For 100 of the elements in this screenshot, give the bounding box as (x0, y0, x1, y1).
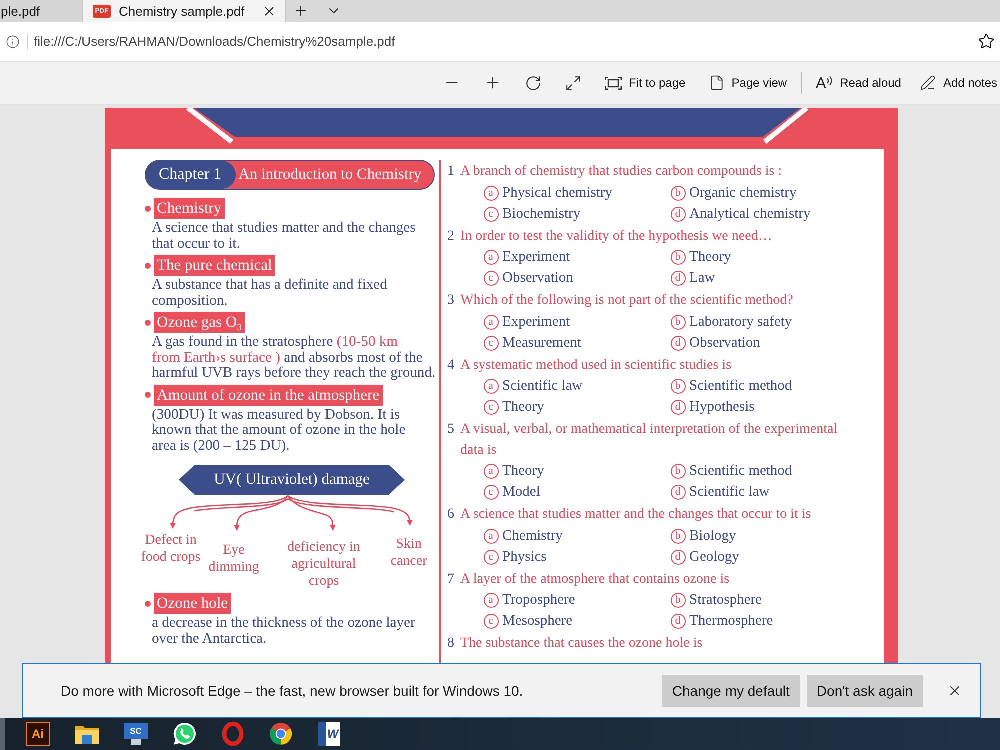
option-text: Law (690, 270, 716, 287)
option-letter: a (484, 186, 498, 200)
option-letter: d (670, 550, 686, 564)
option-letter: b (670, 593, 686, 608)
effect-label: Skin cancer (390, 536, 428, 571)
expand-icon[interactable] (565, 74, 582, 92)
option-text: Scientific law (502, 378, 583, 395)
option-letter: c (484, 485, 498, 500)
option-text: Experiment (502, 249, 570, 266)
option-letter: d (670, 271, 686, 286)
option-letter: c (484, 400, 498, 415)
option-text: Organic chemistry (690, 184, 797, 202)
question-text: A branch of chemistry that studies carbon compounds is : (460, 163, 782, 181)
question-number: 4 (448, 356, 454, 374)
topic-heading: The pure chemical (154, 255, 276, 276)
effect-label: deficiency in agricultural crops (288, 539, 360, 590)
question-text: Which of the following is not part of the scientific method? (460, 292, 794, 310)
option-letter: a (484, 464, 498, 479)
topic-heading: Ozone hole (154, 593, 232, 614)
add-notes-button[interactable]: Add notes (920, 75, 998, 91)
bullet-dot-icon (145, 320, 151, 326)
effect-label: Defect in food crops (141, 532, 201, 567)
option-text: Theory (502, 463, 544, 480)
option-letter: b (670, 528, 686, 544)
topic-description: (300DU) It was measured by Dobson. It is known that the amount of ozone in the hole area is (200 – 125 DU). (152, 408, 407, 454)
option-letter: a (484, 528, 498, 544)
bullet-dot-icon (145, 600, 151, 606)
letter-logo-tile[interactable]: Ai (26, 722, 50, 746)
notification-button[interactable]: Change my default (662, 674, 800, 706)
option-letter: b (670, 464, 686, 479)
option-letter: a (484, 314, 498, 330)
option-letter: b (670, 379, 686, 394)
option-letter: c (484, 336, 498, 350)
question-number: 8 (448, 635, 454, 653)
question-text: A science that studies matter and the changes that occur to it is (460, 506, 812, 524)
option-letter: a (484, 250, 498, 265)
ring-icon[interactable] (222, 722, 244, 746)
option-letter: d (670, 614, 686, 629)
option-text: Measurement (502, 334, 582, 352)
option-text: Theory (502, 399, 544, 416)
page-view-button[interactable]: Page view (708, 75, 788, 91)
topic-heading: Chemistry (154, 198, 225, 219)
option-letter: a (484, 379, 498, 394)
option-text: Analytical chemistry (690, 206, 811, 222)
read-aloud-button[interactable]: A Read aloud (816, 76, 902, 90)
question-number: 5 (448, 421, 454, 439)
question-number: 6 (448, 506, 454, 524)
option-letter: b (670, 186, 686, 200)
monitor-tile[interactable]: SC (124, 723, 148, 745)
question-number: 1 (448, 163, 454, 181)
address-field[interactable]: file:///C:/Users/RAHMAN/Downloads/Chemistry%20sample.pdf (34, 34, 396, 49)
option-text: Scientific method (690, 378, 792, 395)
page-icon (708, 75, 725, 91)
option-text: Model (502, 484, 540, 501)
phone-chat-icon[interactable] (173, 722, 197, 746)
fit-to-page-button[interactable]: Fit to page (605, 76, 686, 90)
option-text: Stratosphere (690, 592, 762, 609)
browser-tab[interactable]: ple.pdf (0, 0, 83, 22)
option-text: Physics (502, 548, 547, 566)
pen-icon (920, 75, 936, 91)
option-text: Experiment (502, 314, 570, 330)
topic-description: A gas found in the stratosphere (10-50 km from Earth›s surface ) and absorbs most of the harmful UVB rays before they reach the ground. (152, 335, 437, 382)
option-letter: c (484, 271, 498, 286)
question-number: 3 (448, 292, 454, 310)
bullet-dot-icon (145, 206, 151, 212)
topic-description: A science that studies matter and the changes that occur to it. (152, 221, 417, 252)
topic-description: a decrease in the thickness of the ozone layer over the Antarctica. (152, 616, 416, 647)
question-text: In order to test the validity of the hypothesis we need… (460, 228, 772, 246)
star-icon[interactable] (978, 33, 995, 50)
topic-heading: Amount of ozone in the atmosphere (154, 384, 383, 406)
topic-description: A substance that has a definite and fixed composition. (152, 278, 388, 309)
effect-label: Eye dimming (208, 542, 260, 577)
option-letter: d (670, 485, 686, 500)
option-text: Physical chemistry (502, 184, 612, 202)
option-text: Observation (502, 270, 574, 287)
bullet-dot-icon (145, 392, 151, 398)
option-text: Hypothesis (690, 399, 755, 416)
option-text: Scientific law (690, 484, 770, 501)
document-tile[interactable]: W (318, 722, 340, 746)
option-text: Thermosphere (690, 613, 774, 630)
rotate-icon[interactable] (525, 74, 542, 92)
bullet-dot-icon (145, 262, 151, 268)
option-letter: b (670, 314, 686, 330)
folder-icon[interactable] (75, 724, 99, 744)
segmented-circle-icon[interactable] (269, 722, 293, 746)
topic-heading: Ozone gas O$_{3}$ (154, 312, 245, 333)
notification-button[interactable]: Don't ask again (806, 674, 923, 706)
chapter-number: Chapter 1 (146, 161, 236, 189)
info-icon[interactable] (6, 34, 20, 48)
question-text: A systematic method used in scientific studies is (460, 356, 732, 374)
option-letter: d (670, 400, 686, 415)
plus-icon[interactable] (293, 3, 309, 19)
option-text: Theory (690, 249, 732, 266)
option-letter: b (670, 250, 686, 265)
question-text: A layer of the atmosphere that contains ozone is (460, 570, 730, 588)
option-letter: c (484, 206, 498, 222)
option-letter: c (484, 614, 498, 629)
option-letter: c (484, 550, 498, 564)
question-number: 7 (448, 570, 454, 588)
notification-message: Do more with Microsoft Edge – the fast, new browser built for Windows 10. (61, 682, 524, 698)
